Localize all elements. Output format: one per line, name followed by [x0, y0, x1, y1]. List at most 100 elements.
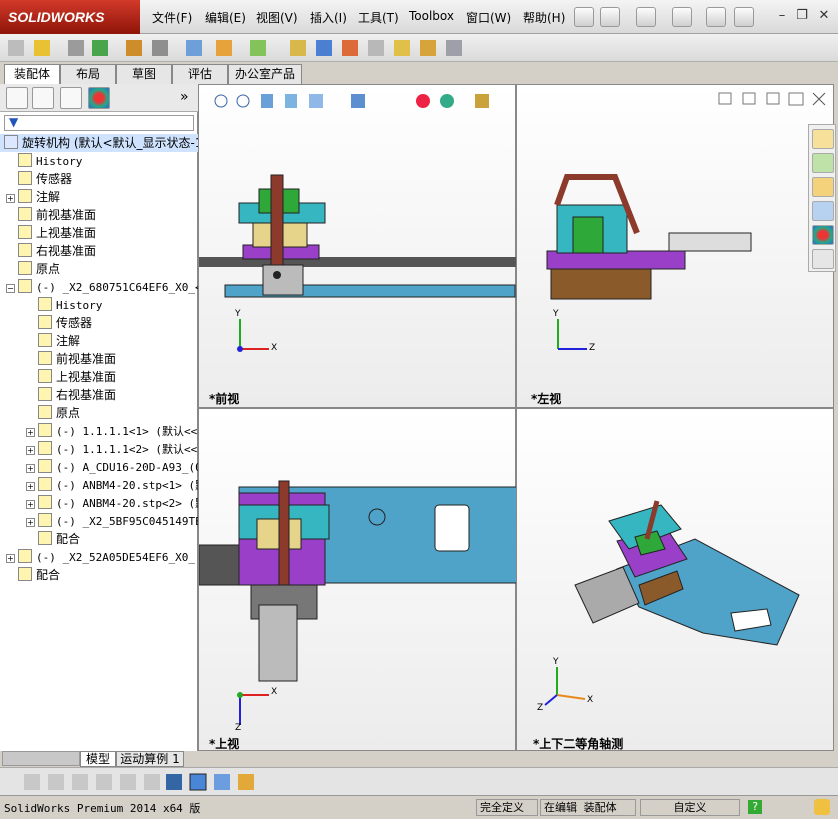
tree-item[interactable]: 原点: [0, 404, 198, 422]
new-document-icon[interactable]: [600, 7, 620, 27]
show-hidden-icon: [186, 40, 202, 56]
tree-item[interactable]: 配合: [0, 566, 198, 584]
appearances-icon[interactable]: [812, 225, 834, 245]
tree-item-label: 前视基准面: [56, 352, 117, 366]
expand-panel-icon[interactable]: »: [180, 89, 189, 105]
feature-tree-tab[interactable]: [6, 87, 28, 109]
expand-toggle-icon[interactable]: +: [26, 482, 35, 491]
tree-item[interactable]: 传感器: [0, 170, 198, 188]
menu-item-2[interactable]: 视图(V): [256, 9, 298, 26]
toolbar-icons[interactable]: [4, 38, 464, 58]
units-selector[interactable]: 自定义: [640, 799, 740, 816]
tree-item[interactable]: 上视基准面: [0, 368, 198, 386]
pin-icon[interactable]: [574, 7, 594, 27]
tree-item[interactable]: History: [0, 296, 198, 314]
feature-icon: [38, 351, 52, 365]
expand-toggle-icon[interactable]: +: [26, 518, 35, 527]
minimize-button[interactable]: –: [774, 8, 790, 24]
save-icon[interactable]: [672, 7, 692, 27]
tab-model[interactable]: 模型: [80, 751, 116, 767]
zoom-to-area-icon: [236, 94, 250, 108]
tree-item[interactable]: 前视基准面: [0, 350, 198, 368]
tree-root-assembly[interactable]: 旋转机构 (默认<默认_显示状态-1>): [0, 134, 217, 152]
tab-sketch[interactable]: 草图: [116, 64, 172, 84]
tree-item[interactable]: 右视基准面: [0, 242, 198, 260]
viewport-label-front: *前视: [209, 392, 240, 406]
viewport-front[interactable]: Y X *前视: [198, 84, 517, 408]
close-button[interactable]: ✕: [816, 8, 832, 24]
explode-line-icon: [368, 40, 384, 56]
configuration-manager-tab[interactable]: [60, 87, 82, 109]
axis-x-label: X: [587, 695, 594, 705]
viewport-left[interactable]: Y Z *左视: [516, 84, 834, 408]
tree-item[interactable]: + (-) _X2_5BF95C045149TE_: [0, 512, 208, 530]
tree-item[interactable]: 原点: [0, 260, 198, 278]
task-pane-bar: [808, 124, 836, 272]
tree-item[interactable]: + (-) A_CDU16-20D-A93_(0: [0, 458, 202, 476]
custom-properties-icon[interactable]: [812, 249, 834, 269]
viewport-label-left: *左视: [531, 392, 562, 406]
tree-item[interactable]: 右视基准面: [0, 386, 198, 404]
filter-input[interactable]: ▼: [4, 115, 194, 131]
menu-item-1[interactable]: 编辑(E): [205, 9, 246, 26]
tree-item[interactable]: − (-) _X2_680751C64EF6_X0_<: [0, 278, 202, 296]
tree-item[interactable]: + (-) 1.1.1.1<1> (默认<<: [0, 422, 198, 440]
menu-item-7[interactable]: 帮助(H): [523, 9, 565, 26]
tree-item[interactable]: 注解: [0, 332, 198, 350]
view-palette-icon[interactable]: [812, 201, 834, 221]
solidworks-logo[interactable]: SOLIDWORKS: [0, 0, 140, 34]
tree-item[interactable]: + (-) 1.1.1.1<2> (默认<<: [0, 440, 198, 458]
tab-layout[interactable]: 布局: [60, 64, 116, 84]
viewport-top[interactable]: X Z *上视: [198, 408, 517, 751]
menu-item-6[interactable]: 窗口(W): [466, 9, 511, 26]
section-view-icon: [285, 94, 297, 108]
tree-item[interactable]: 上视基准面: [0, 224, 198, 242]
move-component-icon: [152, 40, 168, 56]
tab-assembly[interactable]: 装配体: [4, 64, 60, 85]
heads-up-view-toolbar[interactable]: [213, 91, 513, 111]
tree-item[interactable]: + (-) _X2_52A05DE54EF6_X0_: [0, 548, 198, 566]
expand-toggle-icon[interactable]: +: [6, 194, 15, 203]
viewport-window-controls[interactable]: [717, 91, 827, 107]
tab-office-products[interactable]: 办公室产品: [228, 64, 302, 84]
file-explorer-icon[interactable]: [812, 177, 834, 197]
menu-item-0[interactable]: 文件(F): [152, 9, 192, 26]
product-version: SolidWorks Premium 2014 x64 版: [4, 802, 201, 815]
tree-item-label: 原点: [36, 262, 61, 276]
tree-item-label: (-) _X2_5BF95C045149TE_: [56, 515, 209, 528]
tab-scroll[interactable]: [2, 751, 80, 766]
menu-item-4[interactable]: 工具(T): [358, 9, 399, 26]
expand-toggle-icon[interactable]: +: [26, 446, 35, 455]
menu-item-5[interactable]: Toolbox: [409, 9, 454, 23]
expand-toggle-icon[interactable]: +: [26, 428, 35, 437]
tree-item[interactable]: + 注解: [0, 188, 198, 206]
display-manager-tab[interactable]: [88, 87, 110, 109]
tree-item[interactable]: 传感器: [0, 314, 198, 332]
restore-button[interactable]: ❐: [794, 8, 810, 24]
bottom-toolbar-icons[interactable]: [20, 772, 260, 792]
expand-toggle-icon[interactable]: −: [6, 284, 15, 293]
tree-item-label: (-) _X2_52A05DE54EF6_X0_: [36, 551, 195, 564]
tree-item[interactable]: 前视基准面: [0, 206, 198, 224]
open-icon[interactable]: [636, 7, 656, 27]
help-status-icon[interactable]: ?: [748, 800, 762, 814]
viewport-isometric[interactable]: Y X Z *上下二等角轴测: [516, 408, 834, 751]
design-library-icon[interactable]: [812, 153, 834, 173]
expand-toggle-icon[interactable]: +: [26, 500, 35, 509]
tree-item[interactable]: 配合: [0, 530, 198, 548]
tag-icon[interactable]: [814, 799, 830, 815]
home-icon[interactable]: [812, 129, 834, 149]
tab-motion-study[interactable]: 运动算例 1: [116, 751, 184, 767]
tab-evaluate[interactable]: 评估: [172, 64, 228, 84]
linear-pattern-icon: [92, 40, 108, 56]
property-manager-tab[interactable]: [32, 87, 54, 109]
menu-item-3[interactable]: 插入(I): [310, 9, 347, 26]
tree-item[interactable]: + (-) ANBM4-20.stp<1> (默: [0, 476, 206, 494]
options-icon[interactable]: [706, 7, 726, 27]
tree-item[interactable]: + (-) ANBM4-20.stp<2> (默: [0, 494, 206, 512]
expand-toggle-icon[interactable]: +: [26, 464, 35, 473]
expand-toggle-icon[interactable]: +: [6, 554, 15, 563]
axis-z-label: Z: [235, 723, 242, 733]
help-icon[interactable]: [734, 7, 754, 27]
tree-item[interactable]: History: [0, 152, 198, 170]
